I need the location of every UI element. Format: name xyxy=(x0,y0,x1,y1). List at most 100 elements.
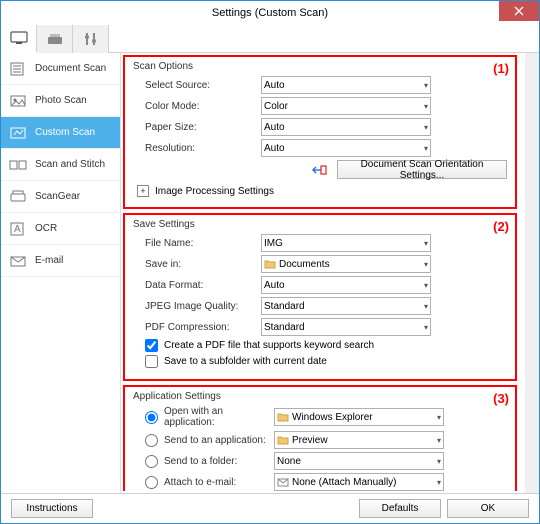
label: JPEG Image Quality: xyxy=(145,301,255,312)
sidebar-item-label: Photo Scan xyxy=(35,95,87,106)
stitch-icon xyxy=(9,158,27,172)
label: Select Source: xyxy=(145,80,255,91)
chevron-down-icon: ▾ xyxy=(424,144,428,153)
jpeg-quality-dropdown[interactable]: Standard▾ xyxy=(261,297,431,315)
close-button[interactable] xyxy=(499,1,539,21)
chevron-down-icon: ▾ xyxy=(424,302,428,311)
section-scan-options: (1) Scan Options Select Source: Auto▾ Co… xyxy=(123,55,517,209)
sidebar-item-label: Document Scan xyxy=(35,63,106,74)
label: PDF Compression: xyxy=(145,322,255,333)
checkbox-label: Save to a subfolder with current date xyxy=(164,356,327,367)
save-in-dropdown[interactable]: Documents▾ xyxy=(261,255,431,273)
group-title: Scan Options xyxy=(133,61,507,72)
label: Color Mode: xyxy=(145,101,255,112)
chevron-down-icon: ▾ xyxy=(424,102,428,111)
checkbox-label: Create a PDF file that supports keyword … xyxy=(164,340,374,351)
color-mode-dropdown[interactable]: Color▾ xyxy=(261,97,431,115)
image-processing-expand[interactable]: + Image Processing Settings xyxy=(137,185,507,197)
attach-email-radio[interactable] xyxy=(145,476,158,489)
label: File Name: xyxy=(145,238,255,249)
open-with-dropdown[interactable]: Windows Explorer▾ xyxy=(274,408,444,426)
sidebar-item-scan-and-stitch[interactable]: Scan and Stitch xyxy=(1,149,120,181)
label: Paper Size: xyxy=(145,122,255,133)
sidebar-item-label: Scan and Stitch xyxy=(35,159,105,170)
folder-icon xyxy=(264,258,276,270)
tab-scan-from-panel[interactable] xyxy=(37,25,73,53)
send-to-folder-radio[interactable] xyxy=(145,455,158,468)
section-marker: (2) xyxy=(493,219,509,234)
defaults-button[interactable]: Defaults xyxy=(359,499,441,518)
chevron-down-icon: ▾ xyxy=(424,281,428,290)
ocr-icon: A xyxy=(9,222,27,236)
send-to-app-radio[interactable] xyxy=(145,434,158,447)
ok-button[interactable]: OK xyxy=(447,499,529,518)
chevron-down-icon: ▾ xyxy=(424,239,428,248)
section-marker: (1) xyxy=(493,61,509,76)
section-save-settings: (2) Save Settings File Name: IMG▾ Save i… xyxy=(123,213,517,381)
sidebar-item-scangear[interactable]: ScanGear xyxy=(1,181,120,213)
sidebar-item-photo-scan[interactable]: Photo Scan xyxy=(1,85,120,117)
attach-email-dropdown[interactable]: None (Attach Manually)▾ xyxy=(274,473,444,491)
scangear-icon xyxy=(9,190,27,204)
file-name-combo[interactable]: IMG▾ xyxy=(261,234,431,252)
label: Save in: xyxy=(145,259,255,270)
select-source-dropdown[interactable]: Auto▾ xyxy=(261,76,431,94)
chevron-down-icon: ▾ xyxy=(424,260,428,269)
resolution-dropdown[interactable]: Auto▾ xyxy=(261,139,431,157)
label: Send to an application: xyxy=(164,435,268,446)
mail-icon xyxy=(277,476,289,488)
instructions-button[interactable]: Instructions xyxy=(11,499,93,518)
explorer-icon xyxy=(277,411,289,423)
rotate-icon xyxy=(311,163,327,177)
chevron-down-icon: ▾ xyxy=(437,436,441,445)
sidebar-item-custom-scan[interactable]: Custom Scan xyxy=(1,117,120,149)
send-to-app-dropdown[interactable]: Preview▾ xyxy=(274,431,444,449)
preview-icon xyxy=(277,434,289,446)
email-icon xyxy=(9,254,27,268)
group-title: Save Settings xyxy=(133,219,507,230)
sidebar: Document Scan Photo Scan Custom Scan Sca… xyxy=(1,53,121,493)
group-title: Application Settings xyxy=(133,391,507,402)
section-application-settings: (3) Application Settings Open with an ap… xyxy=(123,385,517,491)
sidebar-item-label: Custom Scan xyxy=(35,127,95,138)
label: Data Format: xyxy=(145,280,255,291)
plus-icon: + xyxy=(137,185,149,197)
footer: Instructions Defaults OK xyxy=(1,493,539,523)
chevron-down-icon: ▾ xyxy=(437,413,441,422)
window-title: Settings (Custom Scan) xyxy=(212,7,328,19)
subfolder-checkbox[interactable] xyxy=(145,355,158,368)
send-to-folder-dropdown[interactable]: None▾ xyxy=(274,452,444,470)
open-with-radio[interactable] xyxy=(145,411,158,424)
toolbar xyxy=(1,25,539,53)
pdf-keyword-checkbox[interactable] xyxy=(145,339,158,352)
label: Open with an application: xyxy=(164,406,268,428)
chevron-down-icon: ▾ xyxy=(424,81,428,90)
vertical-scrollbar[interactable] xyxy=(525,53,539,493)
data-format-dropdown[interactable]: Auto▾ xyxy=(261,276,431,294)
pdf-compression-dropdown[interactable]: Standard▾ xyxy=(261,318,431,336)
titlebar: Settings (Custom Scan) xyxy=(1,1,539,25)
sidebar-item-email[interactable]: E-mail xyxy=(1,245,120,277)
chevron-down-icon: ▾ xyxy=(424,323,428,332)
tab-general-settings[interactable] xyxy=(73,25,109,53)
custom-icon xyxy=(9,126,27,140)
chevron-down-icon: ▾ xyxy=(437,457,441,466)
sidebar-item-label: OCR xyxy=(35,223,57,234)
photo-icon xyxy=(9,94,27,108)
expand-label: Image Processing Settings xyxy=(155,186,274,197)
sidebar-item-ocr[interactable]: A OCR xyxy=(1,213,120,245)
section-marker: (3) xyxy=(493,391,509,406)
tab-scan-from-computer[interactable] xyxy=(1,25,37,53)
chevron-down-icon: ▾ xyxy=(424,123,428,132)
document-icon xyxy=(9,62,27,76)
sidebar-item-label: ScanGear xyxy=(35,191,80,202)
label: Attach to e-mail: xyxy=(164,477,268,488)
orientation-settings-button[interactable]: Document Scan Orientation Settings... xyxy=(337,160,507,179)
label: Resolution: xyxy=(145,143,255,154)
svg-text:A: A xyxy=(14,224,21,235)
chevron-down-icon: ▾ xyxy=(437,478,441,487)
sidebar-item-label: E-mail xyxy=(35,255,63,266)
sidebar-item-document-scan[interactable]: Document Scan xyxy=(1,53,120,85)
paper-size-dropdown[interactable]: Auto▾ xyxy=(261,118,431,136)
label: Send to a folder: xyxy=(164,456,268,467)
